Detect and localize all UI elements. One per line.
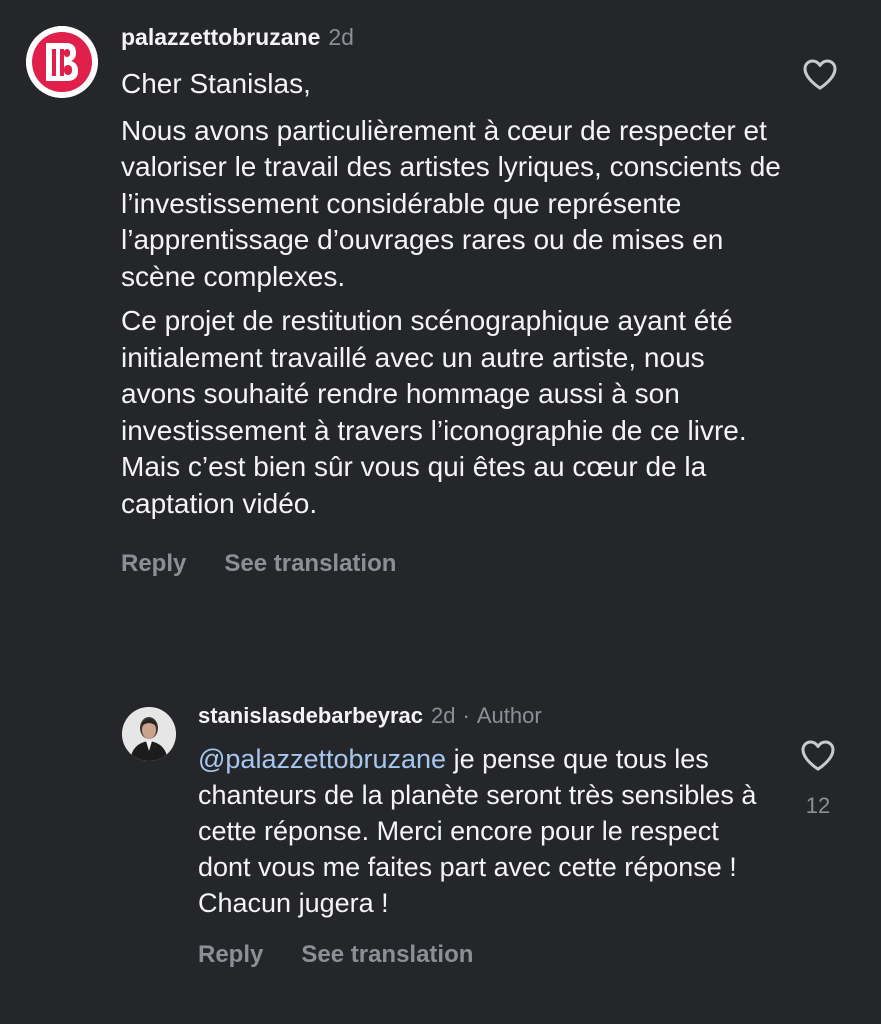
like-count: 12 xyxy=(805,793,831,818)
avatar-palazzetto-logo[interactable] xyxy=(26,26,98,98)
meta-separator: · xyxy=(462,703,470,728)
reply-body: stanislasdebarbeyrac 2d · Author @palazz… xyxy=(198,703,778,969)
reply-meta: stanislasdebarbeyrac 2d · Author xyxy=(198,703,778,733)
comment-greeting: Cher Stanislas, xyxy=(121,68,311,99)
comment-paragraph: Ce projet de restitution scénographique … xyxy=(121,305,747,519)
comment-username[interactable]: palazzettobruzane xyxy=(121,24,320,51)
comment-actions: Reply See translation xyxy=(121,550,781,578)
reply-username[interactable]: stanislasdebarbeyrac xyxy=(198,703,423,729)
see-translation-button[interactable]: See translation xyxy=(224,550,396,578)
reply-time: 2d xyxy=(431,703,456,728)
reply-button[interactable]: Reply xyxy=(198,941,263,969)
mention-link[interactable]: @palazzettobruzane xyxy=(198,744,446,774)
avatar-stanislas[interactable] xyxy=(122,707,176,761)
heart-outline-icon[interactable] xyxy=(800,54,840,94)
comments-thread: palazzettobruzane 2d Cher Stanislas, Nou… xyxy=(0,0,881,1024)
comment-meta: palazzettobruzane 2d xyxy=(121,24,781,56)
comment-paragraph: Nous avons particulièrement à cœur de re… xyxy=(121,114,781,292)
heart-outline-icon[interactable] xyxy=(798,735,838,775)
reply-button[interactable]: Reply xyxy=(121,550,186,578)
reply-text: @palazzettobruzane je pense que tous les… xyxy=(198,741,778,921)
comment-time: 2d xyxy=(328,24,354,50)
comment-body: palazzettobruzane 2d Cher Stanislas, Nou… xyxy=(121,24,781,578)
author-badge: Author xyxy=(476,703,542,728)
see-translation-button[interactable]: See translation xyxy=(301,941,473,969)
reply-actions: Reply See translation xyxy=(198,941,778,969)
